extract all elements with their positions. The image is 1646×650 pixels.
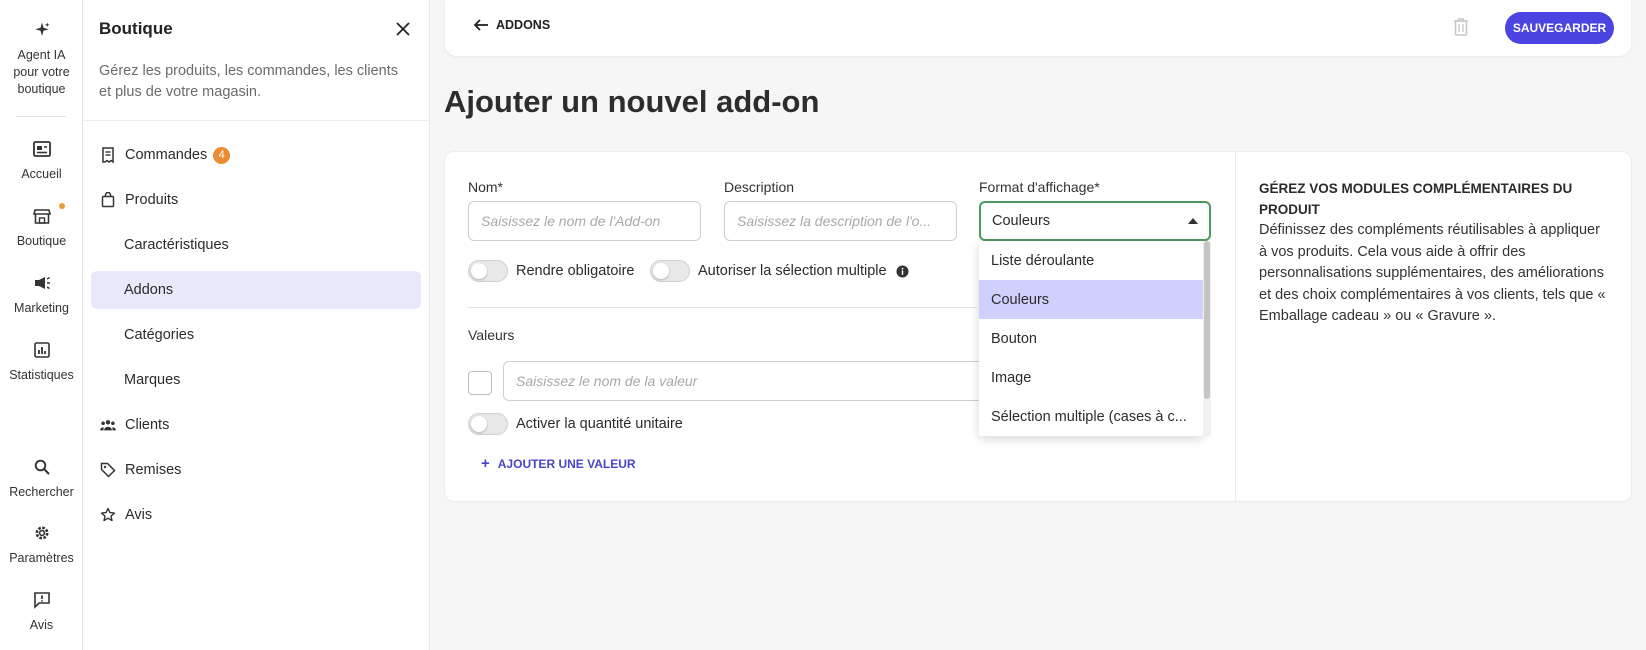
page-title: Ajouter un nouvel add-on bbox=[444, 84, 820, 119]
store-panel: Boutique Gérez les produits, les command… bbox=[83, 0, 430, 650]
dropdown-scrollbar[interactable] bbox=[1203, 241, 1211, 436]
option-dropdown-list[interactable]: Liste déroulante bbox=[979, 241, 1203, 280]
value-name-input[interactable]: Saisissez le nom de la valeur bbox=[503, 361, 983, 401]
description-input[interactable]: Saisissez la description de l'o... bbox=[724, 201, 957, 241]
nav-item-customers[interactable]: Clients bbox=[91, 406, 421, 444]
nav-item-label: Avis bbox=[125, 507, 153, 523]
rail-item-search[interactable]: Rechercher bbox=[0, 456, 83, 501]
display-format-select[interactable]: Couleurs bbox=[979, 201, 1211, 241]
rail-item-settings[interactable]: Paramètres bbox=[0, 522, 83, 567]
values-label: Valeurs bbox=[468, 327, 515, 343]
required-label: Rendre obligatoire bbox=[516, 263, 635, 279]
rail-divider bbox=[16, 116, 66, 117]
option-colors[interactable]: Couleurs bbox=[979, 280, 1203, 319]
store-icon bbox=[31, 203, 65, 227]
notification-dot bbox=[58, 203, 65, 209]
app-rail: Agent IA pour votre boutique Accueil Bou… bbox=[0, 0, 83, 650]
rail-item-marketing[interactable]: Marketing bbox=[0, 272, 83, 317]
rail-item-ai-agent[interactable]: Agent IA pour votre boutique bbox=[0, 19, 83, 98]
nav-item-brands[interactable]: Marques bbox=[91, 361, 421, 399]
form-divider bbox=[467, 307, 977, 308]
unit-quantity-label: Activer la quantité unitaire bbox=[516, 416, 683, 432]
name-label: Nom* bbox=[468, 179, 504, 195]
rail-item-label: Marketing bbox=[14, 301, 69, 315]
add-value-label: AJOUTER UNE VALEUR bbox=[497, 456, 636, 471]
format-dropdown-menu: Liste déroulante Couleurs Bouton Image S… bbox=[979, 241, 1203, 436]
nav-item-label: Marques bbox=[124, 372, 181, 388]
scrollbar-thumb[interactable] bbox=[1204, 241, 1210, 399]
panel-divider bbox=[83, 120, 429, 121]
option-multi-select[interactable]: Sélection multiple (cases à c... bbox=[979, 397, 1203, 436]
unit-quantity-toggle[interactable] bbox=[468, 413, 508, 435]
search-icon bbox=[31, 456, 53, 478]
rail-item-label: Statistiques bbox=[9, 368, 74, 382]
nav-item-label: Addons bbox=[124, 282, 174, 298]
rail-item-label: Rechercher bbox=[9, 485, 74, 499]
nav-item-label: Produits bbox=[125, 192, 179, 208]
chart-icon bbox=[31, 339, 53, 361]
back-link[interactable]: ADDONS bbox=[473, 18, 550, 32]
nav-item-categories[interactable]: Catégories bbox=[91, 316, 421, 354]
top-action-bar: ADDONS SAUVEGARDER bbox=[445, 0, 1631, 56]
caret-up-icon bbox=[1188, 218, 1198, 224]
rail-item-label: Avis bbox=[29, 618, 54, 632]
select-value: Couleurs bbox=[992, 213, 1051, 229]
rail-item-label: Agent IA pour votre boutique bbox=[13, 48, 70, 96]
nav-item-label: Remises bbox=[125, 462, 182, 478]
nav-item-label: Clients bbox=[125, 417, 170, 433]
shopping-bag-icon bbox=[100, 192, 116, 208]
star-icon bbox=[100, 507, 116, 523]
rail-item-home[interactable]: Accueil bbox=[0, 138, 83, 183]
nav-item-label: Catégories bbox=[124, 327, 195, 343]
nav-item-features[interactable]: Caractéristiques bbox=[91, 226, 421, 264]
required-toggle[interactable] bbox=[468, 260, 508, 282]
info-text: Définissez des compléments réutilisables… bbox=[1259, 222, 1606, 324]
nav-item-addons[interactable]: Addons bbox=[91, 271, 421, 309]
nav-item-label: Caractéristiques bbox=[124, 237, 229, 253]
panel-title: Boutique bbox=[99, 19, 173, 38]
panel-description: Gérez les produits, les commandes, les c… bbox=[99, 63, 398, 100]
gear-icon bbox=[31, 522, 53, 544]
rail-item-label: Paramètres bbox=[9, 551, 74, 565]
rail-item-label: Accueil bbox=[21, 167, 62, 181]
description-label: Description bbox=[724, 179, 795, 195]
rail-item-store[interactable]: Boutique bbox=[0, 203, 83, 250]
rail-item-label: Boutique bbox=[16, 234, 67, 248]
card-column-divider bbox=[1235, 152, 1236, 501]
info-icon[interactable] bbox=[896, 265, 909, 283]
users-icon bbox=[100, 417, 116, 433]
save-button[interactable]: SAUVEGARDER bbox=[1505, 12, 1614, 44]
sparkle-icon bbox=[31, 19, 53, 41]
option-image[interactable]: Image bbox=[979, 358, 1203, 397]
nav-item-discounts[interactable]: Remises bbox=[91, 451, 421, 489]
add-value-button[interactable]: + AJOUTER UNE VALEUR bbox=[481, 455, 636, 472]
plus-icon: + bbox=[481, 455, 490, 472]
orders-count-badge: 4 bbox=[213, 146, 231, 164]
multi-select-toggle[interactable] bbox=[650, 260, 690, 282]
nav-item-orders[interactable]: Commandes 4 bbox=[91, 136, 421, 174]
close-icon[interactable] bbox=[395, 21, 411, 37]
info-title: GÉREZ VOS MODULES COMPLÉMENTAIRES DU PRO… bbox=[1259, 181, 1573, 217]
value-checkbox[interactable] bbox=[468, 371, 492, 395]
megaphone-icon bbox=[31, 272, 53, 294]
multi-select-label: Autoriser la sélection multiple bbox=[698, 263, 887, 279]
arrow-left-icon bbox=[473, 19, 488, 31]
rail-item-feedback[interactable]: Avis bbox=[0, 589, 83, 634]
receipt-icon bbox=[100, 147, 116, 163]
home-icon bbox=[31, 138, 53, 160]
back-label: ADDONS bbox=[496, 18, 551, 32]
nav-item-products[interactable]: Produits bbox=[91, 181, 421, 219]
nav-item-label: Commandes bbox=[125, 147, 208, 163]
name-input[interactable]: Saisissez le nom de l'Add-on bbox=[468, 201, 701, 241]
format-label: Format d'affichage* bbox=[979, 179, 1100, 195]
nav-item-reviews[interactable]: Avis bbox=[91, 496, 421, 534]
trash-icon[interactable] bbox=[1453, 17, 1469, 42]
rail-item-statistics[interactable]: Statistiques bbox=[0, 339, 83, 384]
option-button[interactable]: Bouton bbox=[979, 319, 1203, 358]
feedback-icon bbox=[31, 589, 53, 611]
tag-icon bbox=[100, 462, 116, 478]
